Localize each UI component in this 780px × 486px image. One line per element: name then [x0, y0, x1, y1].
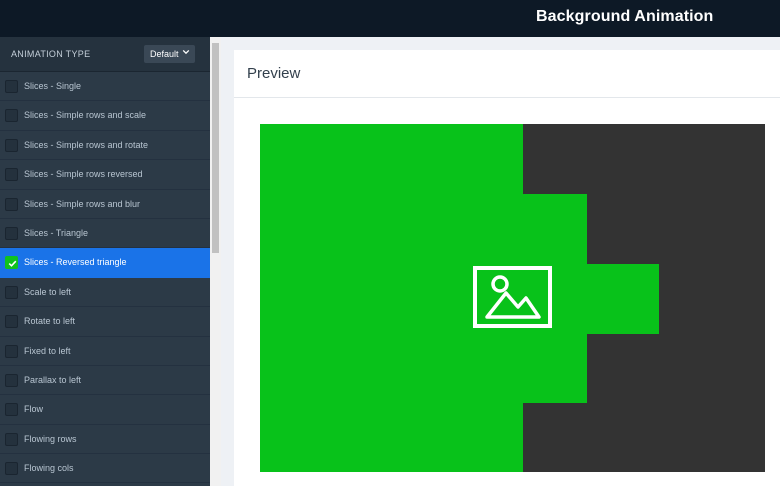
checkbox-checked[interactable] [5, 256, 18, 270]
item-label: Slices - Simple rows and blur [24, 198, 141, 209]
preview-stage [260, 124, 765, 472]
list-item[interactable]: Flowing rows [0, 425, 210, 455]
item-label: Slices - Triangle [24, 227, 89, 238]
list-item[interactable]: Slices - Simple rows and blur [0, 190, 210, 219]
select-value: Default [150, 49, 179, 59]
list-item[interactable]: Fixed to left [0, 337, 210, 366]
item-label: Slices - Reversed triangle [24, 257, 127, 268]
checkbox[interactable] [5, 138, 18, 152]
app-title: Background Animation [536, 8, 714, 25]
checkbox[interactable] [5, 403, 18, 417]
checkbox[interactable] [5, 432, 18, 446]
item-label: Rotate to left [24, 316, 76, 327]
checkbox[interactable] [5, 197, 18, 211]
item-label: Fixed to left [24, 345, 71, 356]
list-item[interactable]: Scale to left [0, 278, 210, 308]
list-item[interactable]: Flowing cols [0, 454, 210, 484]
animation-list: Slices - Single Slices - Simple rows and… [0, 72, 210, 484]
item-label: Slices - Simple rows and scale [24, 110, 147, 121]
item-label: Slices - Simple rows and rotate [24, 139, 149, 150]
image-icon [473, 266, 552, 328]
list-item[interactable]: Slices - Triangle [0, 219, 210, 249]
item-label: Slices - Single [24, 81, 82, 91]
checkbox[interactable] [5, 226, 18, 240]
animation-type-label: ANIMATION TYPE [11, 49, 91, 59]
item-label: Parallax to left [24, 374, 82, 385]
item-label: Flowing rows [24, 433, 77, 444]
checkbox[interactable] [5, 80, 18, 93]
list-item[interactable]: Slices - Simple rows and scale [0, 101, 210, 131]
item-label: Flowing cols [24, 463, 74, 474]
checkbox[interactable] [5, 315, 18, 329]
list-item[interactable]: Slices - Single [0, 72, 210, 102]
checkbox[interactable] [5, 373, 18, 387]
preview-header: Preview [234, 50, 780, 98]
slice [587, 264, 659, 334]
sidebar-header: ANIMATION TYPE Default [0, 37, 210, 72]
chevron-down-icon [182, 49, 190, 55]
list-item-selected[interactable]: Slices - Reversed triangle [0, 248, 210, 278]
list-item[interactable]: Parallax to left [0, 366, 210, 396]
top-bar: Background Animation [0, 0, 780, 37]
checkbox[interactable] [5, 168, 18, 182]
checkbox[interactable] [5, 109, 18, 123]
list-item[interactable]: Slices - Simple rows reversed [0, 160, 210, 190]
checkbox[interactable] [5, 344, 18, 358]
checkbox[interactable] [5, 462, 18, 476]
item-label: Flow [24, 404, 44, 415]
sidebar-scrollbar-thumb[interactable] [212, 43, 219, 253]
check-icon [8, 260, 17, 268]
sidebar: ANIMATION TYPE Default Slices - Single S… [0, 37, 210, 486]
list-item[interactable]: Rotate to left [0, 307, 210, 337]
list-item[interactable]: Slices - Simple rows and rotate [0, 131, 210, 161]
item-label: Scale to left [24, 286, 72, 297]
list-item[interactable]: Flow [0, 395, 210, 425]
item-label: Slices - Simple rows reversed [24, 169, 143, 180]
animation-type-select[interactable]: Default [144, 45, 195, 63]
checkbox[interactable] [5, 285, 18, 299]
preview-title: Preview [247, 65, 301, 82]
